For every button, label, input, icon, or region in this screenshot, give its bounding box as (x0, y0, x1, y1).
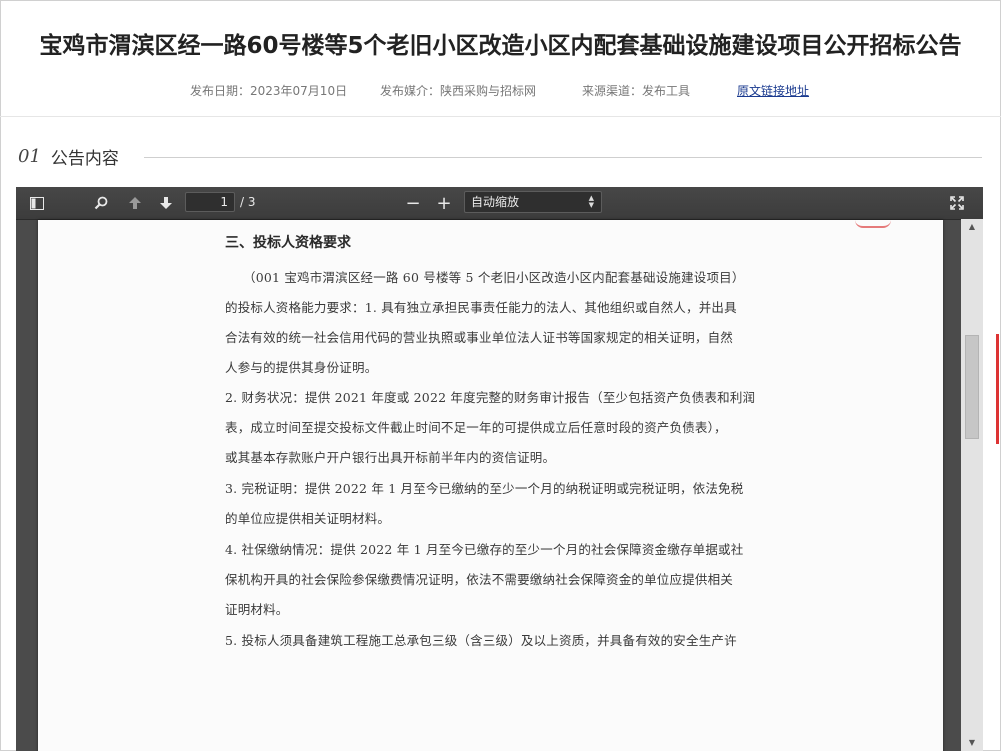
document-line: 人参与的提供其身份证明。 (225, 360, 378, 375)
fullscreen-icon[interactable] (946, 192, 968, 214)
publish-date: 发布日期：2023年07月10日 (190, 84, 348, 98)
zoom-select[interactable]: 自动缩放 ▲ ▼ (464, 191, 602, 213)
pdf-toolbar: 1 / 3 − + 自动缩放 ▲ ▼ (16, 187, 983, 220)
document-line: 保机构开具的社会保险参保缴费情况证明，依法不需要缴纳社会保障资金的单位应提供相关 (225, 572, 734, 587)
document-line: 合法有效的统一社会信用代码的营业执照或事业单位法人证书等国家规定的相关证明，自然 (225, 330, 734, 345)
document-line: 5. 投标人须具备建筑工程施工总承包三级（含三级）及以上资质，并具备有效的安全生… (225, 633, 737, 648)
sidebar-toggle-icon[interactable] (26, 192, 48, 214)
document-line: （001 宝鸡市渭滨区经一路 60 号楼等 5 个老旧小区改造小区内配套基础设施… (243, 270, 745, 285)
document-line: 表，成立时间至提交投标文件截止时间不足一年的可提供成立后任意时段的资产负债表）， (225, 420, 727, 435)
page-number-input[interactable]: 1 (185, 192, 235, 212)
document-line: 或其基本存款账户开户银行出具开标前半年内的资信证明。 (225, 450, 556, 465)
source-channel: 来源渠道：发布工具 (582, 84, 691, 98)
section-header: 01 公告内容 (18, 144, 119, 169)
arrow-up-icon[interactable] (124, 192, 146, 214)
document-line: 的投标人资格能力要求：1. 具有独立承担民事责任能力的法人、其他组织或自然人，并… (225, 300, 737, 315)
scroll-thumb[interactable] (965, 335, 979, 439)
search-icon[interactable] (90, 192, 112, 214)
arrow-down-icon[interactable] (155, 192, 177, 214)
document-line: 的单位应提供相关证明材料。 (225, 511, 391, 526)
page-total: / 3 (240, 195, 256, 209)
zoom-in-button[interactable]: + (433, 192, 455, 214)
zoom-select-value: 自动缩放 (471, 195, 520, 209)
scroll-down-icon[interactable]: ▼ (961, 735, 983, 751)
section-divider (144, 157, 982, 158)
document-line: 3. 完税证明：提供 2022 年 1 月至今已缴纳的至少一个月的纳税证明或完税… (225, 481, 744, 496)
document-heading: 三、投标人资格要求 (225, 235, 351, 251)
zoom-out-button[interactable]: − (402, 192, 424, 214)
page-title: 宝鸡市渭滨区经一路60号楼等5个老旧小区改造小区内配套基础设施建设项目公开招标公… (39, 33, 962, 59)
document-line: 2. 财务状况：提供 2021 年度或 2022 年度完整的财务审计报告（至少包… (225, 390, 756, 405)
pdf-viewer: 1 / 3 − + 自动缩放 ▲ ▼ 三、投标人资格要求 （001 宝鸡市渭滨区经… (16, 187, 983, 751)
header-divider (0, 116, 1001, 117)
vertical-scrollbar[interactable]: ▲ ▼ (961, 219, 983, 751)
section-number: 01 (18, 145, 41, 167)
document-line: 4. 社保缴纳情况：提供 2022 年 1 月至今已缴存的至少一个月的社会保障资… (225, 542, 744, 557)
pdf-page: 三、投标人资格要求 （001 宝鸡市渭滨区经一路 60 号楼等 5 个老旧小区改… (38, 220, 943, 751)
original-link[interactable]: 原文链接地址 (737, 82, 809, 99)
select-arrows-icon: ▲ ▼ (588, 194, 594, 209)
publish-media: 发布媒介：陕西采购与招标网 (380, 84, 537, 98)
scroll-up-icon[interactable]: ▲ (961, 219, 983, 235)
section-label: 公告内容 (50, 148, 119, 169)
page-edge-accent (996, 334, 999, 444)
stamp-mark (855, 220, 891, 228)
meta-bar: 发布日期：2023年07月10日 发布媒介：陕西采购与招标网 来源渠道：发布工具… (0, 82, 1001, 98)
document-line: 证明材料。 (225, 602, 289, 617)
